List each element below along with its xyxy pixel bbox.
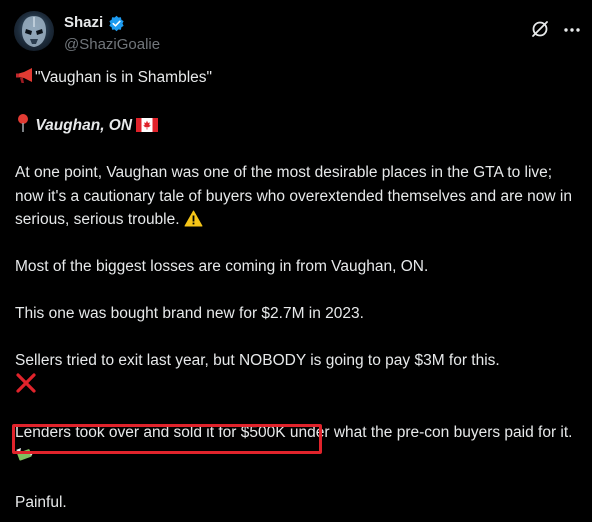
grok-icon[interactable] [530, 19, 550, 39]
post-paragraph-4: Sellers tried to exit last year, but NOB… [15, 349, 580, 397]
post-header: Shazi @ShaziGoalie [0, 0, 592, 70]
verified-badge-icon [109, 15, 124, 32]
author-display-name[interactable]: Shazi [64, 14, 103, 32]
avatar-goalie-mask-icon [22, 16, 46, 47]
post-location: Vaughan, ON [35, 117, 133, 134]
author-handle[interactable]: @ShaziGoalie [64, 36, 160, 54]
warning-emoji [184, 210, 203, 227]
round-pushpin-emoji [18, 114, 28, 132]
post-headline-line: "Vaughan is in Shambles" [15, 66, 580, 90]
canada-flag-emoji [136, 118, 159, 132]
post-headline: "Vaughan is in Shambles" [35, 69, 213, 86]
red-highlight-annotation [12, 424, 322, 454]
post-paragraph-1: At one point, Vaughan was one of the mos… [15, 161, 580, 232]
post-paragraph-2: Most of the biggest losses are coming in… [15, 258, 429, 275]
avatar[interactable] [14, 11, 54, 51]
paragraph-1-text: At one point, Vaughan was one of the mos… [15, 164, 572, 228]
paragraph-4-text: Sellers tried to exit last year, but NOB… [15, 352, 500, 369]
more-options-icon[interactable] [561, 19, 583, 41]
paragraph-5-text: under what the pre-con buyers paid for i… [285, 423, 573, 441]
post-paragraph-6: Painful. [15, 494, 67, 511]
post-location-line: Vaughan, ON [15, 113, 580, 138]
cross-mark-emoji [16, 372, 36, 393]
megaphone-emoji [16, 68, 32, 83]
post-paragraph-3: This one was bought brand new for $2.7M … [15, 305, 364, 322]
